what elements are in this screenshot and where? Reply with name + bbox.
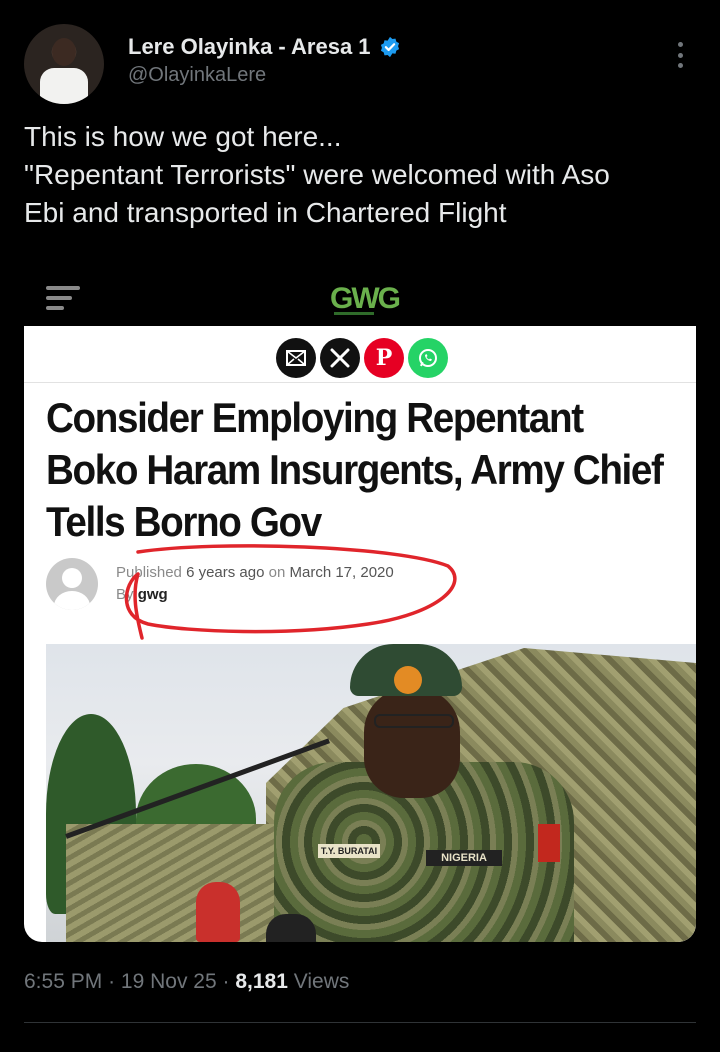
share-buttons-row: P (276, 338, 448, 378)
tweet-text-line: Ebi and transported in Chartered Flight (24, 197, 507, 228)
soldier-head-shape (364, 688, 460, 798)
meta-separator: · (108, 970, 116, 993)
website-top-bar: GWG (24, 260, 696, 326)
email-icon (276, 338, 316, 378)
divider (24, 382, 696, 383)
headline-line: Consider Employing Repentant (46, 394, 584, 441)
tweet-time[interactable]: 6:55 PM (24, 970, 102, 993)
tweet-header: Lere Olayinka - Aresa 1 @OlayinkaLere (0, 0, 720, 110)
avatar-shirt-shape (40, 68, 88, 104)
uniform-name-tag: T.Y. BURATAI (318, 844, 380, 858)
red-annotation-circle (124, 544, 457, 640)
press-microphone-shape (196, 882, 240, 942)
article-screenshot: P Consider Employing Repentant Boko Hara… (24, 326, 696, 942)
meta-separator: · (222, 970, 230, 993)
site-logo-underline (334, 312, 374, 315)
avatar-head-shape (52, 38, 76, 66)
beret-badge-shape (394, 666, 422, 694)
site-logo: GWG (330, 282, 401, 315)
more-options-icon[interactable] (670, 40, 690, 70)
views-label: Views (293, 970, 350, 993)
article-headline: Consider Employing Repentant Boko Haram … (46, 392, 664, 548)
tweet-text-line: "Repentant Terrorists" were welcomed wit… (24, 159, 610, 190)
verified-badge-icon (380, 36, 399, 58)
byline-avatar-icon (46, 558, 98, 610)
tweet-media-image[interactable]: GWG P Consider Employing Repentant Boko … (24, 260, 696, 942)
author-display-name[interactable]: Lere Olayinka - Aresa 1 (128, 34, 371, 60)
uniform-country-tag: NIGERIA (426, 850, 502, 866)
hamburger-menu-icon (46, 286, 80, 310)
headline-line: Tells Borno Gov (46, 498, 322, 545)
x-icon (320, 338, 360, 378)
divider (24, 1022, 696, 1023)
tweet-date[interactable]: 19 Nov 25 (121, 970, 217, 993)
headline-line: Boko Haram Insurgents, Army Chief (46, 446, 664, 493)
tweet-text-line: This is how we got here... (24, 121, 342, 152)
rank-patch-shape (538, 824, 560, 862)
views-count: 8,181 (235, 970, 288, 993)
author-handle[interactable]: @OlayinkaLere (128, 64, 266, 87)
press-microphone-shape (266, 914, 316, 942)
whatsapp-icon (408, 338, 448, 378)
author-avatar[interactable] (24, 24, 104, 104)
tweet-text: This is how we got here... "Repentant Te… (24, 118, 694, 232)
article-photo: T.Y. BURATAI NIGERIA (46, 644, 696, 942)
tweet-metadata: 6:55 PM · 19 Nov 25 · 8,181 Views (24, 970, 349, 994)
glasses-shape (374, 714, 454, 728)
pinterest-icon: P (364, 338, 404, 378)
author-name-row[interactable]: Lere Olayinka - Aresa 1 (128, 34, 401, 60)
